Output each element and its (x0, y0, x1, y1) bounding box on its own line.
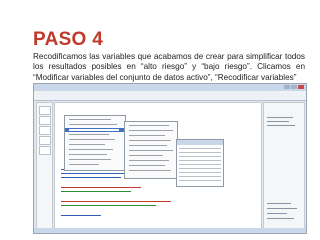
menu-item[interactable] (129, 145, 167, 147)
ribbon-toolbar (34, 91, 306, 101)
notes-pane (263, 102, 305, 229)
menu-item[interactable] (69, 164, 99, 166)
thumbnail[interactable] (39, 106, 51, 115)
window-titlebar (34, 84, 306, 91)
table-row (179, 152, 221, 154)
table-row (179, 156, 221, 158)
menu-item[interactable] (129, 140, 171, 142)
slide-body-text: Recodificamos las variables que acabamos… (33, 52, 305, 82)
menu-item[interactable] (129, 130, 173, 132)
table-row (179, 172, 221, 174)
pane-text-line (267, 218, 294, 220)
slide-title: PASO 4 (33, 29, 104, 50)
thumbnail[interactable] (39, 146, 51, 155)
menu-item[interactable] (69, 119, 111, 121)
status-bar (34, 228, 306, 233)
code-line (61, 191, 131, 193)
menu-item[interactable] (69, 149, 113, 151)
data-grid-header (177, 140, 223, 145)
window-controls (284, 85, 304, 89)
menu-item[interactable] (69, 124, 117, 126)
menu-item[interactable] (129, 155, 163, 157)
thumbnail[interactable] (39, 126, 51, 135)
menu-item[interactable] (129, 125, 169, 127)
menu-item[interactable] (69, 139, 115, 141)
code-line (61, 205, 156, 207)
data-menu-dropdown[interactable] (64, 115, 126, 171)
code-line (61, 215, 101, 217)
menu-item[interactable] (129, 160, 169, 162)
pane-text-line (267, 121, 289, 123)
slide-thumbnails-pane (36, 102, 53, 229)
thumbnail[interactable] (39, 116, 51, 125)
menu-item-highlighted[interactable] (65, 128, 125, 132)
table-row (179, 160, 221, 162)
code-line (61, 177, 121, 179)
table-row (179, 164, 221, 166)
menu-item[interactable] (69, 134, 109, 136)
menu-item[interactable] (129, 150, 173, 152)
submenu-dropdown[interactable] (124, 121, 178, 179)
minimize-icon[interactable] (284, 85, 290, 89)
data-grid-window[interactable] (176, 139, 224, 187)
table-row (179, 176, 221, 178)
thumbnail[interactable] (39, 136, 51, 145)
code-line (61, 187, 141, 189)
menu-item[interactable] (129, 170, 171, 172)
pane-text-line (267, 125, 295, 127)
table-row (179, 180, 221, 182)
menu-item[interactable] (69, 159, 111, 161)
close-icon[interactable] (298, 85, 304, 89)
pane-text-line (267, 203, 291, 205)
maximize-icon[interactable] (291, 85, 297, 89)
menu-item[interactable] (69, 144, 105, 146)
menu-item[interactable] (129, 135, 165, 137)
pane-text-line (267, 117, 293, 119)
menu-item[interactable] (129, 165, 165, 167)
menu-item[interactable] (69, 154, 107, 156)
pane-text-line (267, 213, 287, 215)
code-line (61, 201, 171, 203)
embedded-application-screenshot (33, 83, 307, 234)
table-row (179, 168, 221, 170)
pane-text-line (267, 208, 297, 210)
table-row (179, 148, 221, 150)
